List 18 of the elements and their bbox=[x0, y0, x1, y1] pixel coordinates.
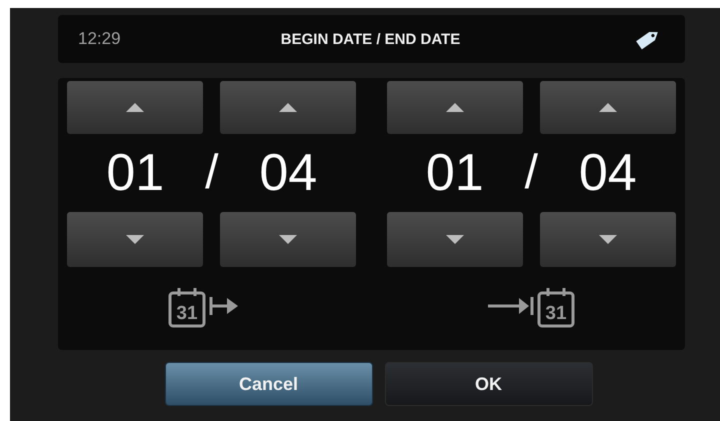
date-separator: / bbox=[204, 149, 220, 197]
screen-title: BEGIN DATE / END DATE bbox=[280, 30, 462, 48]
month-down-button[interactable] bbox=[540, 212, 676, 267]
day-down-button[interactable] bbox=[67, 212, 204, 267]
day-down-button[interactable] bbox=[386, 212, 523, 267]
clock-time: 12:29 bbox=[78, 29, 122, 49]
month-down-button[interactable] bbox=[220, 212, 356, 267]
day-value: 01 bbox=[424, 147, 485, 199]
month-value: 04 bbox=[258, 147, 318, 199]
month-value: 04 bbox=[578, 147, 638, 199]
day-value: 01 bbox=[105, 147, 166, 199]
cancel-button[interactable]: Cancel bbox=[164, 362, 372, 406]
ok-button[interactable]: OK bbox=[384, 362, 592, 406]
month-up-button[interactable] bbox=[540, 81, 676, 134]
day-up-button[interactable] bbox=[67, 81, 204, 134]
day-up-button[interactable] bbox=[386, 81, 523, 134]
month-up-button[interactable] bbox=[220, 81, 356, 134]
date-separator: / bbox=[524, 149, 539, 197]
